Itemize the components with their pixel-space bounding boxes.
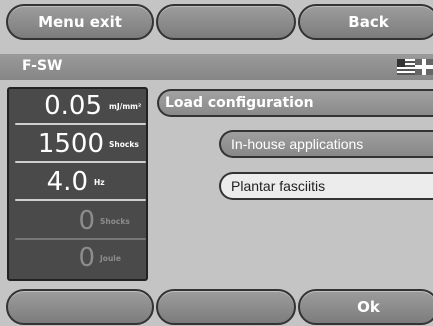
shocks-value: 1500	[37, 129, 104, 159]
energy-density-display[interactable]: 0.05 mJ/mm²	[9, 89, 146, 125]
in-house-applications-item[interactable]: In-house applications	[219, 130, 433, 158]
divider	[15, 123, 146, 125]
header-bar: F-SW	[0, 54, 433, 80]
frequency-display[interactable]: 4.0 Hz	[9, 165, 146, 201]
energy-counter-value: 0	[78, 243, 95, 273]
device-screen: Menu exit Back F-SW 0.05 mJ/mm² 1500 Sho…	[0, 0, 433, 326]
page-title: F-SW	[22, 58, 63, 74]
divider	[15, 199, 146, 201]
energy-density-unit: mJ/mm²	[109, 102, 142, 111]
ok-button[interactable]: Ok	[298, 289, 433, 325]
load-configuration-item[interactable]: Load configuration	[157, 89, 433, 117]
shocks-unit: Shocks	[109, 140, 139, 149]
bottom-middle-button[interactable]	[156, 289, 296, 325]
top-middle-button[interactable]	[156, 4, 296, 40]
uk-flag-icon	[415, 59, 433, 75]
shock-counter-display: 0 Shocks	[9, 204, 146, 240]
shock-counter-unit: Shocks	[100, 217, 130, 226]
energy-density-value: 0.05	[44, 91, 102, 121]
parameter-panel: 0.05 mJ/mm² 1500 Shocks 4.0 Hz 0 Shocks …	[7, 87, 148, 281]
menu-exit-button[interactable]: Menu exit	[6, 4, 154, 40]
frequency-value: 4.0	[46, 167, 88, 197]
divider	[15, 238, 146, 240]
back-button[interactable]: Back	[298, 4, 433, 40]
shock-counter-value: 0	[78, 206, 95, 236]
frequency-unit: Hz	[94, 178, 105, 187]
plantar-fasciitis-item[interactable]: Plantar fasciitis	[219, 172, 433, 200]
energy-counter-unit: Joule	[100, 254, 121, 263]
bottom-left-button[interactable]	[6, 289, 154, 325]
us-flag-icon	[397, 59, 415, 75]
language-flag-icon[interactable]	[397, 59, 433, 75]
divider	[15, 161, 146, 163]
energy-counter-display: 0 Joule	[9, 241, 146, 277]
shocks-display[interactable]: 1500 Shocks	[9, 127, 146, 163]
